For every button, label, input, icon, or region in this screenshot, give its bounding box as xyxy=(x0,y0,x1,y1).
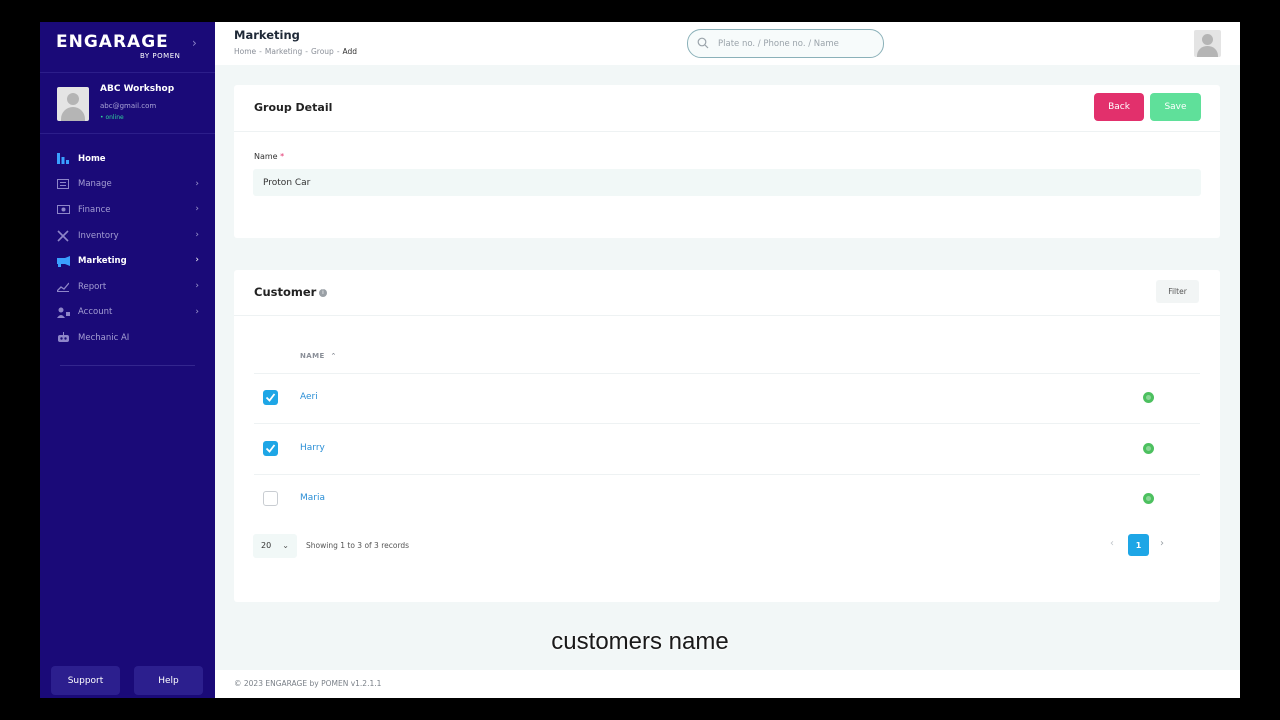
page-size-value: 20 xyxy=(261,541,272,550)
check-icon xyxy=(265,444,276,453)
online-status: • online xyxy=(100,114,124,121)
robot-icon xyxy=(56,332,70,344)
add-circle-icon[interactable] xyxy=(1143,392,1154,403)
required-mark: * xyxy=(280,152,285,161)
next-page-button[interactable]: › xyxy=(1160,538,1164,549)
sidebar-item-home[interactable]: Home xyxy=(40,146,215,172)
pagination-info: Showing 1 to 3 of 3 records xyxy=(306,541,410,550)
global-search[interactable] xyxy=(687,29,884,58)
logo-subtext: BY POMEN xyxy=(140,52,181,60)
chevron-right-icon: › xyxy=(195,204,199,215)
sort-asc-icon: ⌃ xyxy=(330,352,337,360)
breadcrumb-current: Add xyxy=(342,47,358,56)
group-detail-card: Group Detail Back Save Name * xyxy=(234,85,1220,238)
chevron-down-icon: ⌄ xyxy=(282,541,289,550)
row-checkbox[interactable] xyxy=(263,390,278,405)
row-divider xyxy=(254,373,1200,374)
filter-button[interactable]: Filter xyxy=(1156,280,1199,303)
name-label-text: Name xyxy=(254,152,278,161)
sidebar-item-mechanic-ai[interactable]: Mechanic AI xyxy=(40,325,215,351)
home-icon xyxy=(56,153,70,165)
page-number-button[interactable]: 1 xyxy=(1128,534,1149,556)
sidebar-nav: Home Manage › Finance › Inventory › Mark… xyxy=(40,146,215,351)
breadcrumb-group[interactable]: Group xyxy=(311,47,334,56)
chevron-right-icon: › xyxy=(195,306,199,317)
video-caption: customers name xyxy=(551,628,729,655)
add-circle-icon[interactable] xyxy=(1143,493,1154,504)
inventory-icon xyxy=(56,230,70,242)
group-name-input[interactable] xyxy=(253,169,1201,196)
report-icon xyxy=(56,281,70,293)
breadcrumb: Home - Marketing - Group - Add xyxy=(234,47,358,56)
search-icon xyxy=(697,37,709,49)
sidebar-item-label: Finance xyxy=(78,204,111,215)
divider xyxy=(234,131,1220,132)
sidebar-item-inventory[interactable]: Inventory › xyxy=(40,223,215,249)
back-button[interactable]: Back xyxy=(1094,93,1144,121)
page-size-select[interactable]: 20 ⌄ xyxy=(253,534,297,558)
breadcrumb-marketing[interactable]: Marketing xyxy=(265,47,302,56)
sidebar-divider xyxy=(60,365,195,366)
support-button[interactable]: Support xyxy=(51,666,120,695)
sidebar-item-label: Manage xyxy=(78,179,112,190)
brand-logo[interactable]: ENGARAGE BY POMEN › xyxy=(56,32,206,62)
sidebar-item-label: Marketing xyxy=(78,256,127,267)
column-header-name[interactable]: NAME ⌃ xyxy=(300,352,337,360)
name-field-label: Name * xyxy=(254,152,284,161)
chevron-right-icon: › xyxy=(195,255,199,266)
chevron-right-icon: › xyxy=(195,229,199,240)
logo-text: ENGARAGE xyxy=(56,32,169,52)
sidebar-item-label: Inventory xyxy=(78,230,119,241)
finance-icon xyxy=(56,204,70,216)
sidebar-item-account[interactable]: Account › xyxy=(40,300,215,326)
sidebar-item-report[interactable]: Report › xyxy=(40,274,215,300)
customer-card: Customer i Filter NAME ⌃ Aeri Harry Mari… xyxy=(234,270,1220,602)
copyright-text: © 2023 ENGARAGE by POMEN v1.2.1.1 xyxy=(234,679,382,688)
customer-name-link[interactable]: Maria xyxy=(300,493,325,503)
sidebar-item-label: Report xyxy=(78,281,107,292)
search-input[interactable] xyxy=(718,35,873,52)
user-avatar[interactable] xyxy=(1194,30,1221,57)
marketing-icon xyxy=(56,255,70,267)
sidebar-item-label: Home xyxy=(78,153,106,164)
app-window: ENGARAGE BY POMEN › ABC Workshop abc@gma… xyxy=(40,22,1240,698)
sidebar-item-manage[interactable]: Manage › xyxy=(40,172,215,198)
page-title: Marketing xyxy=(234,28,300,42)
row-divider xyxy=(254,474,1200,475)
profile-name: ABC Workshop xyxy=(100,84,175,94)
row-checkbox[interactable] xyxy=(263,441,278,456)
row-checkbox[interactable] xyxy=(263,491,278,506)
sidebar-item-marketing[interactable]: Marketing › xyxy=(40,248,215,274)
breadcrumb-home[interactable]: Home xyxy=(234,47,256,56)
help-button[interactable]: Help xyxy=(134,666,203,695)
customer-name-link[interactable]: Harry xyxy=(300,443,325,453)
column-header-label: NAME xyxy=(300,352,325,360)
customer-title: Customer xyxy=(254,285,317,299)
divider xyxy=(234,315,1220,316)
sidebar: ENGARAGE BY POMEN › ABC Workshop abc@gma… xyxy=(40,22,215,698)
customer-name-link[interactable]: Aeri xyxy=(300,392,318,402)
info-icon[interactable]: i xyxy=(319,289,327,297)
collapse-chevron-icon[interactable]: › xyxy=(192,36,197,50)
group-detail-title: Group Detail xyxy=(254,101,333,114)
avatar xyxy=(57,87,89,121)
check-icon xyxy=(265,393,276,402)
save-button[interactable]: Save xyxy=(1150,93,1201,121)
user-profile: ABC Workshop abc@gmail.com • online xyxy=(40,72,215,134)
sidebar-item-finance[interactable]: Finance › xyxy=(40,197,215,223)
manage-icon xyxy=(56,178,70,190)
sidebar-item-label: Mechanic AI xyxy=(78,332,130,343)
sidebar-item-label: Account xyxy=(78,307,113,318)
topbar: Marketing Home - Marketing - Group - Add xyxy=(215,22,1240,65)
row-divider xyxy=(254,423,1200,424)
account-icon xyxy=(56,306,70,318)
footer: © 2023 ENGARAGE by POMEN v1.2.1.1 xyxy=(215,670,1240,698)
chevron-right-icon: › xyxy=(195,280,199,291)
profile-email: abc@gmail.com xyxy=(100,102,157,110)
add-circle-icon[interactable] xyxy=(1143,443,1154,454)
chevron-right-icon: › xyxy=(195,178,199,189)
prev-page-button[interactable]: ‹ xyxy=(1110,538,1114,549)
